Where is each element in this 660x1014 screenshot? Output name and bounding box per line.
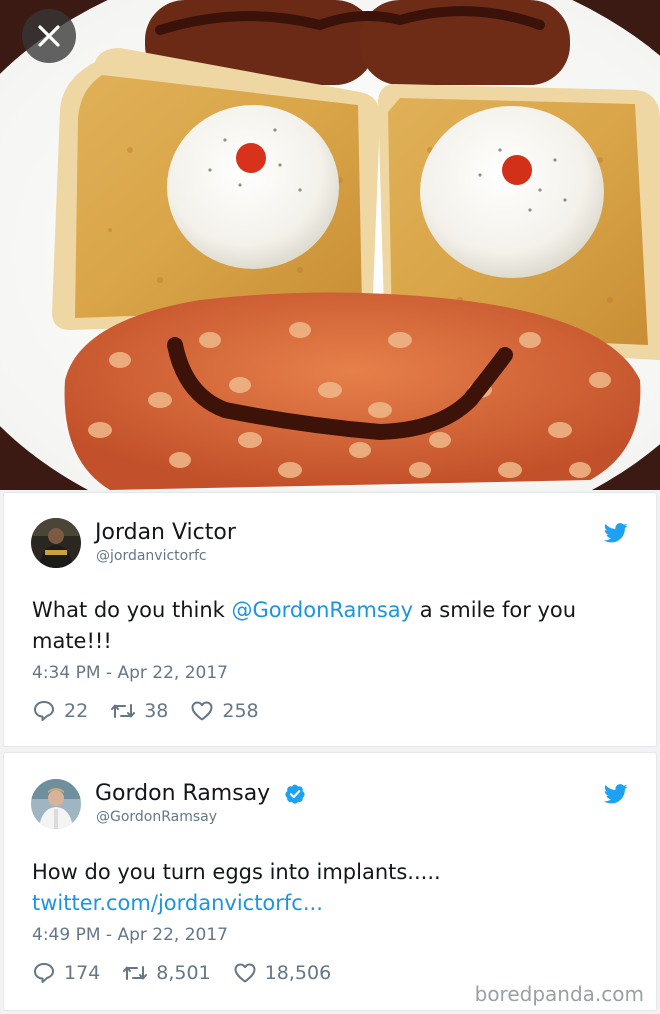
watermark: boredpanda.com (474, 982, 644, 1006)
close-button[interactable] (22, 9, 76, 63)
retweet-count: 8,501 (156, 962, 211, 984)
verified-badge-icon (285, 784, 305, 804)
tweet-text: What do you think @GordonRamsay a smile … (32, 598, 577, 653)
retweet-button[interactable]: 38 (110, 699, 168, 723)
heart-icon (234, 963, 256, 983)
username[interactable]: @GordonRamsay (96, 809, 217, 825)
reply-button[interactable]: 22 (32, 699, 88, 723)
like-button[interactable]: 258 (190, 699, 259, 723)
reply-count: 22 (64, 700, 89, 722)
like-count: 18,506 (264, 962, 332, 984)
tweet-actions: 22 38 258 (32, 697, 281, 725)
reply-icon (34, 963, 54, 983)
tweet-card-gordon[interactable]: Gordon Ramsay @GordonRamsay How do you t… (3, 752, 657, 1011)
retweet-count: 38 (144, 700, 169, 722)
reply-button[interactable]: 174 (32, 961, 100, 985)
heart-icon (191, 701, 213, 721)
tweet-link[interactable]: twitter.com/jordanvictorfc... (32, 888, 632, 919)
username[interactable]: @jordanvictorfc (96, 548, 207, 564)
timestamp[interactable]: 4:34 PM - Apr 22, 2017 (32, 663, 228, 683)
tweet-card-jordan[interactable]: Jordan Victor @jordanvictorfc What do yo… (3, 492, 657, 747)
breakfast-image (0, 0, 660, 490)
avatar[interactable] (31, 518, 81, 568)
close-icon (38, 25, 60, 47)
like-button[interactable]: 18,506 (233, 961, 331, 985)
retweet-button[interactable]: 8,501 (122, 961, 211, 985)
display-name[interactable]: Jordan Victor (95, 520, 236, 545)
twitter-bird-icon[interactable] (604, 784, 628, 804)
timestamp[interactable]: 4:49 PM - Apr 22, 2017 (32, 925, 228, 945)
food-photo (0, 0, 660, 490)
twitter-bird-icon[interactable] (604, 523, 628, 543)
retweet-icon (111, 704, 136, 718)
avatar[interactable] (31, 779, 81, 829)
retweet-icon (123, 966, 148, 980)
reply-icon (34, 701, 54, 721)
display-name[interactable]: Gordon Ramsay (95, 781, 270, 806)
tweet-text: How do you turn eggs into implants..... … (32, 857, 632, 919)
like-count: 258 (222, 700, 259, 722)
reply-count: 174 (64, 962, 101, 984)
mention-link[interactable]: @GordonRamsay (232, 598, 414, 622)
tweet-actions: 174 8,501 18,506 (32, 959, 353, 987)
